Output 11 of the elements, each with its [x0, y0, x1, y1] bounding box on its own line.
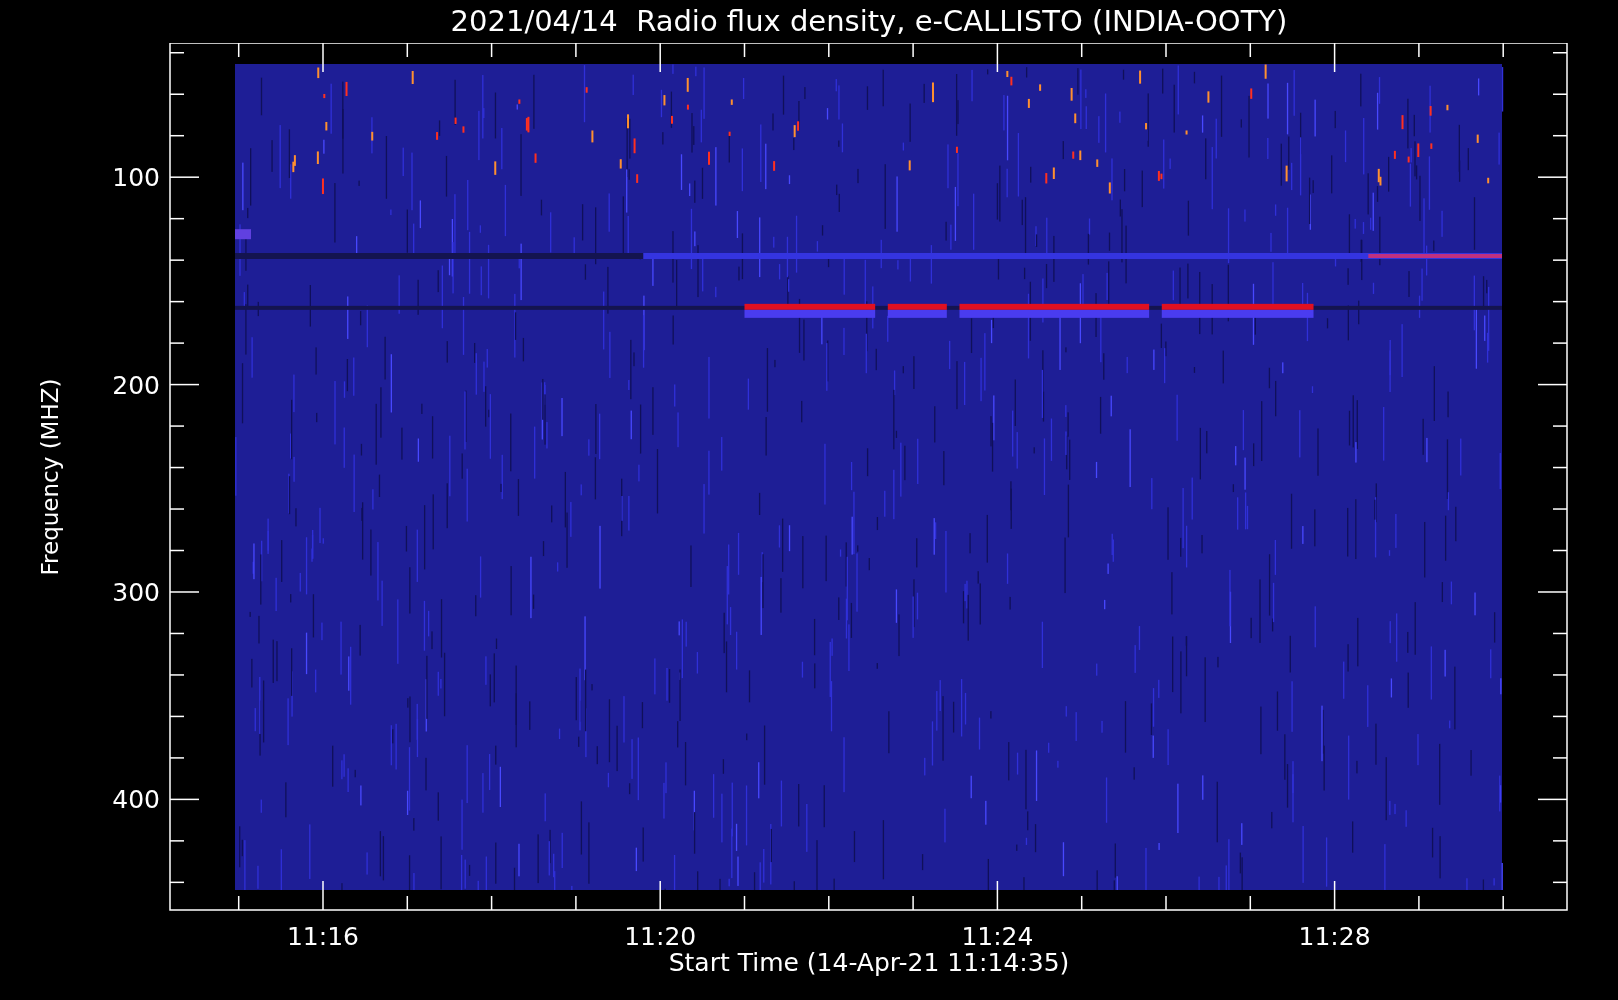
y-tick-label: 200 — [112, 370, 160, 400]
x-tick-label: 11:24 — [961, 922, 1034, 950]
x-tick-label: 11:16 — [287, 922, 359, 950]
x-tick-label: 11:20 — [624, 922, 697, 950]
chart-title: 2021/04/14 Radio flux density, e-CALLISTO (INDIA-OOTY) — [450, 7, 1288, 36]
x-axis-title: Start Time (14-Apr-21 11:14:35) — [668, 950, 1070, 975]
y-axis-title: Frequency (MHZ) — [37, 378, 63, 575]
x-tick-label: 11:28 — [1298, 922, 1371, 950]
y-tick-label: 400 — [112, 785, 160, 815]
y-tick-label: 100 — [112, 163, 160, 193]
y-tick-label: 300 — [112, 578, 160, 607]
